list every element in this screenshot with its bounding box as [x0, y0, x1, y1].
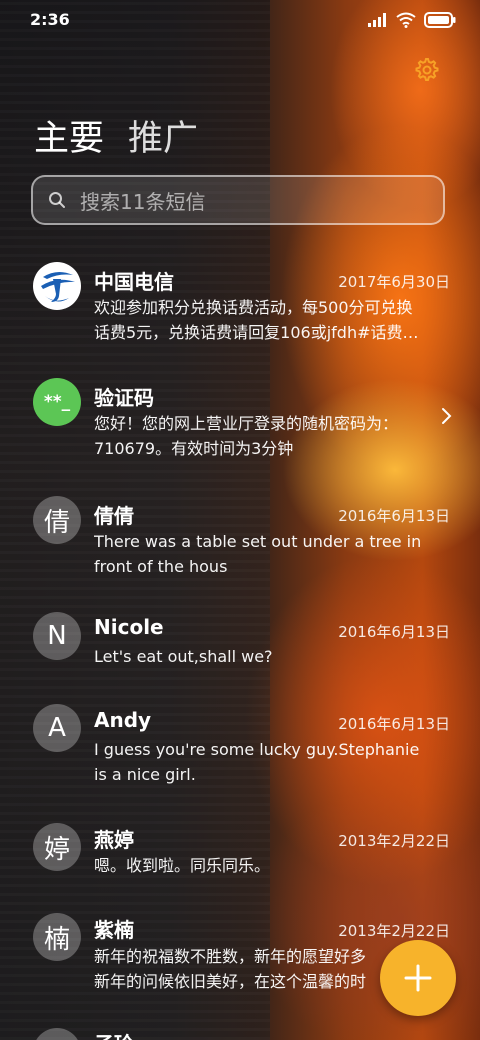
preview-line: 新年的问候依旧美好，在这个温馨的时 — [94, 972, 367, 991]
conversation-name: Andy — [94, 708, 152, 732]
preview-line: 话费5元，兑换话费请回复106或jfdh#话费… — [94, 323, 419, 342]
search-bar[interactable]: 搜索11条短信 — [31, 175, 445, 225]
conversation-preview: 欢迎参加积分兑换话费活动，每500分可兑换 话费5元，兑换话费请回复106或jf… — [94, 295, 450, 345]
conversation-name: 燕婷 — [94, 828, 134, 852]
avatar-text: 楠 — [43, 924, 70, 955]
signal-icon — [368, 13, 386, 27]
status-time: 2:36 — [30, 10, 70, 29]
avatar-text: 倩 — [43, 507, 70, 538]
conversation-preview: There was a table set out under a tree i… — [94, 529, 450, 579]
conversation-date: 2013年2月22日 — [338, 832, 450, 850]
conversation-preview: I guess you're some lucky guy.Stephanie … — [94, 737, 450, 787]
preview-line: front of the hous — [94, 557, 228, 576]
preview-line: 您好！您的网上营业厅登录的随机密码为： — [94, 414, 399, 433]
conversation-date: 2017年6月30日 — [338, 273, 450, 291]
china-telecom-logo — [33, 262, 81, 310]
preview-line: I guess you're some lucky guy.Stephanie — [94, 740, 420, 759]
conversation-item[interactable]: 中国电信 2017年6月30日 欢迎参加积分兑换话费活动，每500分可兑换 话费… — [0, 256, 480, 368]
tab-promotions[interactable]: 推广 — [128, 110, 198, 161]
tab-primary[interactable]: 主要 — [34, 110, 104, 161]
avatar: 楠 — [33, 913, 81, 961]
conversation-name: 紫楠 — [94, 918, 134, 942]
preview-line: 新年的祝福数不胜数，新年的愿望好多 — [94, 947, 367, 966]
conversation-name[interactable]: 子玲 — [94, 1028, 134, 1040]
chevron-right-icon[interactable] — [440, 406, 454, 426]
conversation-name: 验证码 — [94, 386, 154, 410]
preview-line: 嗯。收到啦。同乐同乐。 — [94, 856, 271, 875]
preview-line: There was a table set out under a tree i… — [94, 532, 422, 551]
conversation-item[interactable]: A Andy 2016年6月13日 I guess you're some lu… — [0, 700, 480, 812]
conversation-name: 倩倩 — [94, 504, 134, 528]
conversation-date: 2013年2月22日 — [338, 922, 450, 940]
conversation-date: 2016年6月13日 — [338, 623, 450, 641]
conversation-preview: Let's eat out,shall we? — [94, 644, 450, 669]
conversation-preview: 嗯。收到啦。同乐同乐。 — [94, 853, 450, 878]
preview-line: Let's eat out,shall we? — [94, 647, 273, 666]
new-message-button[interactable] — [380, 940, 456, 1016]
conversation-name: 中国电信 — [94, 270, 174, 294]
avatar-text: 婷 — [43, 834, 70, 865]
avatar: 倩 — [33, 496, 81, 544]
search-icon — [49, 192, 65, 208]
status-bar: 2:36 — [0, 0, 480, 40]
conversation-item[interactable]: N Nicole 2016年6月13日 Let's eat out,shall … — [0, 606, 480, 698]
avatar: A — [33, 704, 81, 752]
preview-line: 欢迎参加积分兑换话费活动，每500分可兑换 — [94, 298, 413, 317]
conversation-preview: 新年的祝福数不胜数，新年的愿望好多 新年的问候依旧美好，在这个温馨的时 — [94, 944, 414, 994]
avatar: N — [33, 612, 81, 660]
conversation-date: 2016年6月13日 — [338, 715, 450, 733]
preview-line: is a nice girl. — [94, 765, 196, 784]
conversation-item[interactable]: **_ 验证码 您好！您的网上营业厅登录的随机密码为： 710679。有效时间为… — [0, 372, 480, 484]
battery-icon — [424, 12, 456, 28]
preview-line: 710679。有效时间为3分钟 — [94, 439, 294, 458]
avatar-text: N — [47, 621, 67, 651]
avatar — [33, 1028, 81, 1040]
conversation-item[interactable]: 婷 燕婷 2013年2月22日 嗯。收到啦。同乐同乐。 — [0, 820, 480, 912]
status-icons — [368, 11, 456, 29]
avatar-text: **_ — [43, 392, 71, 412]
avatar-text: A — [48, 713, 66, 743]
gear-icon[interactable] — [412, 56, 440, 84]
messages-screen: 2:36 主要 推广 搜索11条短信 中国电信 2017年6月30日 欢迎参加积… — [0, 0, 480, 1040]
conversation-name: Nicole — [94, 615, 164, 639]
plus-icon — [404, 964, 432, 992]
wifi-icon — [396, 12, 416, 28]
conversation-item[interactable]: 倩 倩倩 2016年6月13日 There was a table set ou… — [0, 490, 480, 602]
conversation-preview: 您好！您的网上营业厅登录的随机密码为： 710679。有效时间为3分钟 — [94, 411, 450, 461]
tab-bar: 主要 推广 — [34, 110, 198, 159]
avatar: 婷 — [33, 823, 81, 871]
conversation-date: 2016年6月13日 — [338, 507, 450, 525]
telecom-logo-icon — [34, 263, 80, 309]
search-placeholder: 搜索11条短信 — [80, 189, 206, 214]
avatar: **_ — [33, 378, 81, 426]
